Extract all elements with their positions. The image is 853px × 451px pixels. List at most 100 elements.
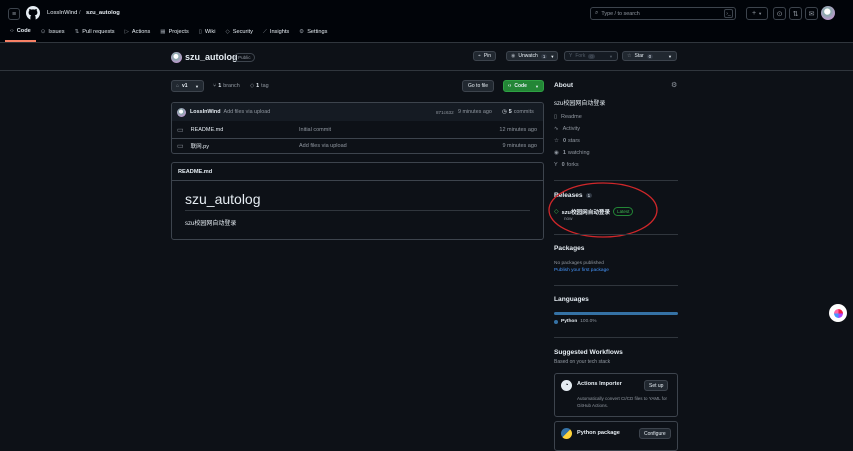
tab-insights[interactable]: ⟋ Insights (258, 26, 294, 42)
file-name[interactable]: 联网.py (191, 142, 209, 150)
avatar (177, 107, 186, 117)
inbox-icon[interactable]: ✉ (805, 7, 818, 20)
pin-button[interactable]: ⌖ Pin (473, 51, 497, 61)
play-icon: ▷ (124, 29, 129, 35)
readme-divider (172, 180, 543, 181)
readme-link[interactable]: ▯ Readme (554, 114, 582, 120)
packages-empty: No packages published (554, 261, 604, 266)
commit-time: 9 minutes ago (458, 109, 492, 115)
unwatch-button[interactable]: ◉ Unwatch 1 ▼ (506, 51, 558, 61)
readme-filename[interactable]: README.md (178, 169, 212, 175)
about-settings-gear-icon[interactable]: ⚙ (671, 81, 677, 89)
issues-icon[interactable]: ⊙ (773, 7, 786, 20)
tag-icon: ⌂ (176, 83, 180, 89)
chevron-down-icon: ▼ (668, 53, 672, 59)
repo-nav: ‹› Code ⊙ Issues ⇅ Pull requests ▷ Actions ▦… (0, 27, 853, 43)
stars-label: stars (568, 138, 580, 144)
language-bar-fill (554, 312, 678, 315)
file-name[interactable]: README.md (191, 127, 224, 133)
extension-logo-icon (833, 308, 843, 318)
file-time: 12 minutes ago (499, 126, 537, 133)
configure-label: Configure (644, 430, 666, 437)
activity-link[interactable]: ∿ Activity (554, 126, 580, 132)
forks-count: 0 (561, 162, 565, 168)
star-count: 0 (646, 53, 654, 59)
tab-wiki[interactable]: ▯ Wiki (194, 26, 221, 42)
tab-label: Actions (131, 29, 151, 35)
history-icon: ◷ (502, 109, 507, 115)
visibility-badge: Public (234, 53, 255, 62)
heading-rule (185, 210, 530, 211)
workflow-name: Actions Importer (577, 381, 622, 387)
code-button[interactable]: ‹› Code ▼ (503, 80, 544, 92)
create-new-button[interactable]: + ▼ (746, 7, 768, 20)
go-to-file-button[interactable]: Go to file (462, 80, 495, 92)
pin-label: Pin (483, 53, 492, 59)
book-icon: ▯ (198, 29, 202, 35)
github-logo-icon[interactable] (26, 6, 40, 20)
code-label: Code (514, 83, 527, 89)
set-up-label: Set up (649, 382, 664, 389)
pull-request-icon: ⇅ (74, 29, 80, 35)
repo-link[interactable]: szu_autolog (86, 10, 120, 16)
floating-extension-icon[interactable] (829, 304, 847, 322)
packages-title[interactable]: Packages (554, 245, 584, 252)
workflow-card: Python package Configure (554, 421, 678, 451)
repo-title[interactable]: szu_autolog (185, 52, 238, 62)
set-up-button[interactable]: Set up (644, 380, 669, 391)
fork-button[interactable]: Y Fork 0 ▼ (564, 51, 618, 61)
branch-selector[interactable]: ⌂ v1 ▼ (171, 80, 204, 92)
commit-hash[interactable]: 871c632 (436, 110, 454, 115)
chevron-down-icon: ▼ (758, 11, 763, 16)
commit-author[interactable]: LossInWind (190, 109, 221, 115)
stars-count: 0 (562, 138, 566, 144)
avatar[interactable] (821, 6, 835, 20)
commits-count: 5 (508, 109, 512, 115)
language-item[interactable]: Python 100.0% (554, 319, 597, 324)
tab-code[interactable]: ‹› Code (5, 26, 36, 42)
file-icon: ▭ (177, 126, 184, 134)
tags-label: tag (261, 83, 269, 89)
commit-message[interactable]: Add files via upload (224, 109, 271, 115)
publish-package-link[interactable]: Publish your first package (554, 268, 609, 273)
languages-title: Languages (554, 296, 589, 303)
branches-count: 1 (218, 83, 222, 89)
code-icon: ‹› (10, 28, 14, 34)
tab-label: Code (16, 28, 31, 34)
commits-link[interactable]: ◷ 5 commits (502, 109, 534, 115)
tab-issues[interactable]: ⊙ Issues (36, 26, 70, 42)
star-button[interactable]: ☆ Star 0 ▼ (622, 51, 677, 61)
fork-count: 0 (588, 53, 595, 59)
header-divider (0, 70, 853, 71)
table-row[interactable]: ▭ 联网.py Add files via upload 9 minutes a… (171, 138, 544, 153)
watching-link[interactable]: ◉ 1 watching (554, 150, 590, 156)
branch-icon: ⑂ (213, 83, 217, 89)
command-palette-icon[interactable]: ›_ (724, 9, 733, 18)
configure-button[interactable]: Configure (639, 428, 671, 439)
language-name: Python (561, 319, 578, 324)
table-row[interactable]: ▭ README.md Initial commit 12 minutes ag… (171, 122, 544, 137)
tab-actions[interactable]: ▷ Actions (120, 26, 156, 42)
menu-icon[interactable]: ≡ (8, 8, 20, 20)
tags-link[interactable]: ◇ 1 tag (250, 83, 269, 89)
stars-link[interactable]: ☆ 0 stars (554, 138, 580, 144)
tab-projects[interactable]: ▦ Projects (155, 26, 194, 42)
tab-label: Insights (269, 29, 290, 35)
pull-requests-icon[interactable]: ⇅ (789, 7, 802, 20)
tab-settings[interactable]: ⚙ Settings (294, 26, 332, 42)
branches-link[interactable]: ⑂ 1 branch (213, 83, 240, 89)
activity-label: Activity (562, 126, 581, 132)
workflow-name: Python package (577, 430, 620, 436)
file-commit-message[interactable]: Initial commit (299, 127, 331, 133)
tab-security[interactable]: ◇ Security (220, 26, 258, 42)
file-commit-message[interactable]: Add files via upload (299, 143, 347, 149)
table-icon: ▦ (160, 29, 166, 35)
search-input[interactable]: ⌕ Type / to search ›_ (590, 7, 736, 20)
owner-link[interactable]: LossInWind (47, 10, 77, 16)
tab-pull-requests[interactable]: ⇅ Pull requests (70, 26, 120, 42)
chevron-down-icon: ▼ (550, 53, 555, 59)
code-icon: ‹› (508, 83, 512, 89)
tab-label: Issues (48, 29, 65, 35)
forks-link[interactable]: Y 0 forks (554, 162, 579, 168)
latest-commit-bar: LossInWind Add files via upload 871c632 … (172, 103, 543, 121)
